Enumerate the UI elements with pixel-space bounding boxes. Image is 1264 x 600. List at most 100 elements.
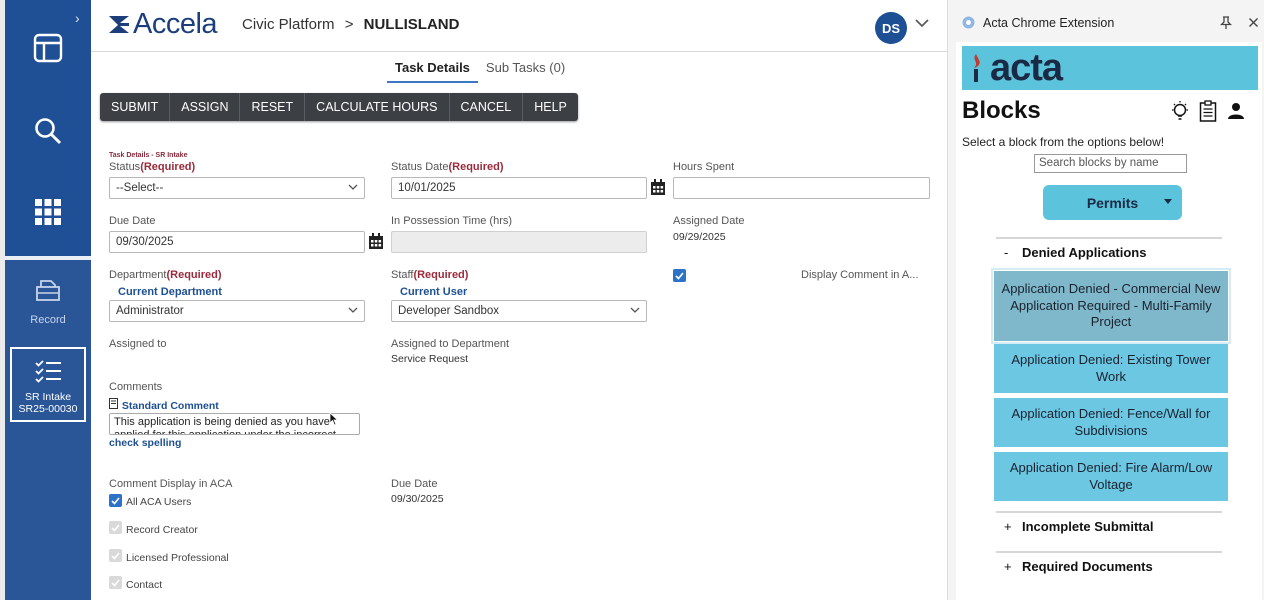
staff-label: Staff(Required) [391, 269, 469, 281]
hours-spent-label: Hours Spent [673, 161, 735, 173]
main-panel: Accela Civic Platform > NULLISLAND DS Ta… [91, 0, 948, 600]
due-date-input[interactable]: 09/30/2025 [109, 231, 365, 253]
block-denied-fire-alarm[interactable]: Application Denied: Fire Alarm/Low Volta… [994, 452, 1228, 501]
calendar-icon[interactable] [368, 233, 384, 250]
due-date-2-label: Due Date [391, 478, 438, 490]
current-department-link[interactable]: Current Department [118, 286, 222, 298]
assigned-date-value: 09/29/2025 [673, 231, 726, 243]
section-denied-applications[interactable]: - Denied Applications [996, 237, 1222, 260]
close-icon[interactable] [1248, 17, 1259, 28]
status-date-label: Status Date(Required) [391, 161, 504, 173]
checkmark-icon [111, 523, 120, 532]
active-record-id: SR25-00030 [18, 403, 78, 415]
checkmark-icon [675, 271, 684, 280]
expand-rail-icon[interactable]: › [75, 10, 80, 26]
breadcrumb-separator: > [344, 16, 354, 33]
help-button[interactable]: HELP [523, 93, 578, 121]
cancel-button[interactable]: CANCEL [450, 93, 524, 121]
section-label: Incomplete Submittal [1022, 519, 1154, 534]
block-denied-commercial[interactable]: Application Denied - Commercial New Appl… [991, 268, 1231, 344]
blocks-title: Blocks [962, 97, 1041, 124]
permits-dropdown[interactable]: Permits [1043, 185, 1182, 220]
due-date-2-value: 09/30/2025 [391, 493, 444, 505]
check-spelling-link[interactable]: check spelling [109, 437, 181, 449]
permits-dropdown-label: Permits [1086, 194, 1139, 211]
expand-icon: + [1004, 519, 1012, 534]
block-denied-existing-tower[interactable]: Application Denied: Existing Tower Work [994, 344, 1228, 393]
section-incomplete-submittal[interactable]: + Incomplete Submittal [996, 511, 1222, 534]
block-instruction: Select a block from the options below! [962, 135, 1165, 149]
extension-header: Acta Chrome Extension [948, 0, 1264, 40]
checkmark-icon [111, 551, 120, 560]
user-avatar[interactable]: DS [875, 12, 907, 44]
aca-all-users-label: All ACA Users [126, 496, 192, 508]
chevron-down-icon [348, 307, 358, 313]
department-select[interactable]: Administrator [109, 300, 365, 322]
calendar-icon[interactable] [650, 179, 666, 196]
lightbulb-icon[interactable] [1170, 100, 1190, 122]
breadcrumb-platform[interactable]: Civic Platform [242, 16, 335, 33]
comments-label: Comments [109, 381, 163, 393]
hours-spent-input[interactable] [673, 177, 930, 199]
tab-sub-tasks[interactable]: Sub Tasks (0) [478, 60, 573, 83]
block-denied-fence-wall[interactable]: Application Denied: Fence/Wall for Subdi… [994, 398, 1228, 447]
extension-body: acta Blocks Select a block from the opti… [956, 42, 1262, 600]
chevron-down-icon[interactable] [914, 18, 930, 28]
record-icon[interactable] [5, 278, 91, 302]
acta-banner: acta [962, 46, 1258, 90]
assigned-to-dept-value: Service Request [391, 353, 469, 365]
status-select[interactable]: --Select-- [109, 177, 365, 199]
record-label: Record [30, 314, 66, 326]
extension-icon [962, 16, 975, 29]
action-toolbar: SUBMIT ASSIGN RESET CALCULATE HOURS CANC… [100, 93, 578, 121]
aca-all-users-checkbox[interactable] [109, 494, 122, 507]
screen: › Record SR Intake SR25-00030 Accela Civ… [0, 0, 1264, 600]
current-user-link[interactable]: Current User [400, 286, 467, 298]
standard-comment-link[interactable]: Standard Comment [109, 398, 219, 412]
rail-divider [5, 256, 91, 260]
section-caption: Task Details - SR Intake [109, 152, 188, 159]
comments-textarea[interactable]: This application is being denied as you … [109, 413, 360, 435]
left-rail: › Record SR Intake SR25-00030 [5, 0, 91, 600]
brand-name: Accela [133, 8, 218, 40]
assign-button[interactable]: ASSIGN [170, 93, 241, 121]
assigned-to-dept-label: Assigned to Department [391, 338, 510, 350]
breadcrumb-agency: NULLISLAND [363, 16, 460, 33]
aca-record-creator-checkbox [109, 521, 122, 534]
assigned-to-label: Assigned to [109, 338, 167, 350]
top-bar: Accela Civic Platform > NULLISLAND DS [91, 0, 948, 52]
department-label: Department(Required) [109, 269, 222, 281]
reset-button[interactable]: RESET [240, 93, 306, 121]
collapse-icon: - [1004, 245, 1009, 260]
status-date-input[interactable]: 10/01/2025 [391, 177, 647, 199]
section-required-documents[interactable]: + Required Documents [996, 551, 1222, 574]
display-comment-checkbox[interactable] [673, 269, 686, 282]
aca-licensed-professional-label: Licensed Professional [126, 552, 229, 564]
calculate-hours-button[interactable]: CALCULATE HOURS [305, 93, 450, 121]
expand-icon: + [1004, 559, 1012, 574]
chevron-down-icon [348, 184, 358, 190]
status-label: Status(Required) [109, 161, 196, 173]
task-list-icon [35, 360, 61, 383]
submit-button[interactable]: SUBMIT [100, 93, 171, 121]
staff-select-value: Developer Sandbox [398, 305, 500, 317]
section-label: Required Documents [1022, 559, 1153, 574]
dashboard-icon[interactable] [5, 33, 91, 63]
accela-mark-icon [109, 15, 129, 33]
tab-task-details[interactable]: Task Details [387, 60, 478, 83]
block-search-input[interactable]: Search blocks by name [1034, 154, 1187, 173]
department-select-value: Administrator [116, 305, 184, 317]
pin-icon[interactable] [1220, 16, 1232, 30]
caret-down-icon [1164, 199, 1172, 204]
search-icon[interactable] [5, 116, 91, 146]
accela-logo[interactable]: Accela [107, 8, 218, 41]
user-icon[interactable] [1227, 102, 1245, 120]
acta-torch-icon [974, 54, 980, 82]
aca-record-creator-label: Record Creator [126, 524, 198, 536]
extension-title: Acta Chrome Extension [983, 16, 1115, 30]
status-select-value: --Select-- [116, 182, 164, 194]
clipboard-icon[interactable] [1199, 100, 1217, 122]
apps-grid-icon[interactable] [5, 198, 91, 226]
staff-select[interactable]: Developer Sandbox [391, 300, 647, 322]
active-record-tab[interactable]: SR Intake SR25-00030 [10, 347, 86, 422]
